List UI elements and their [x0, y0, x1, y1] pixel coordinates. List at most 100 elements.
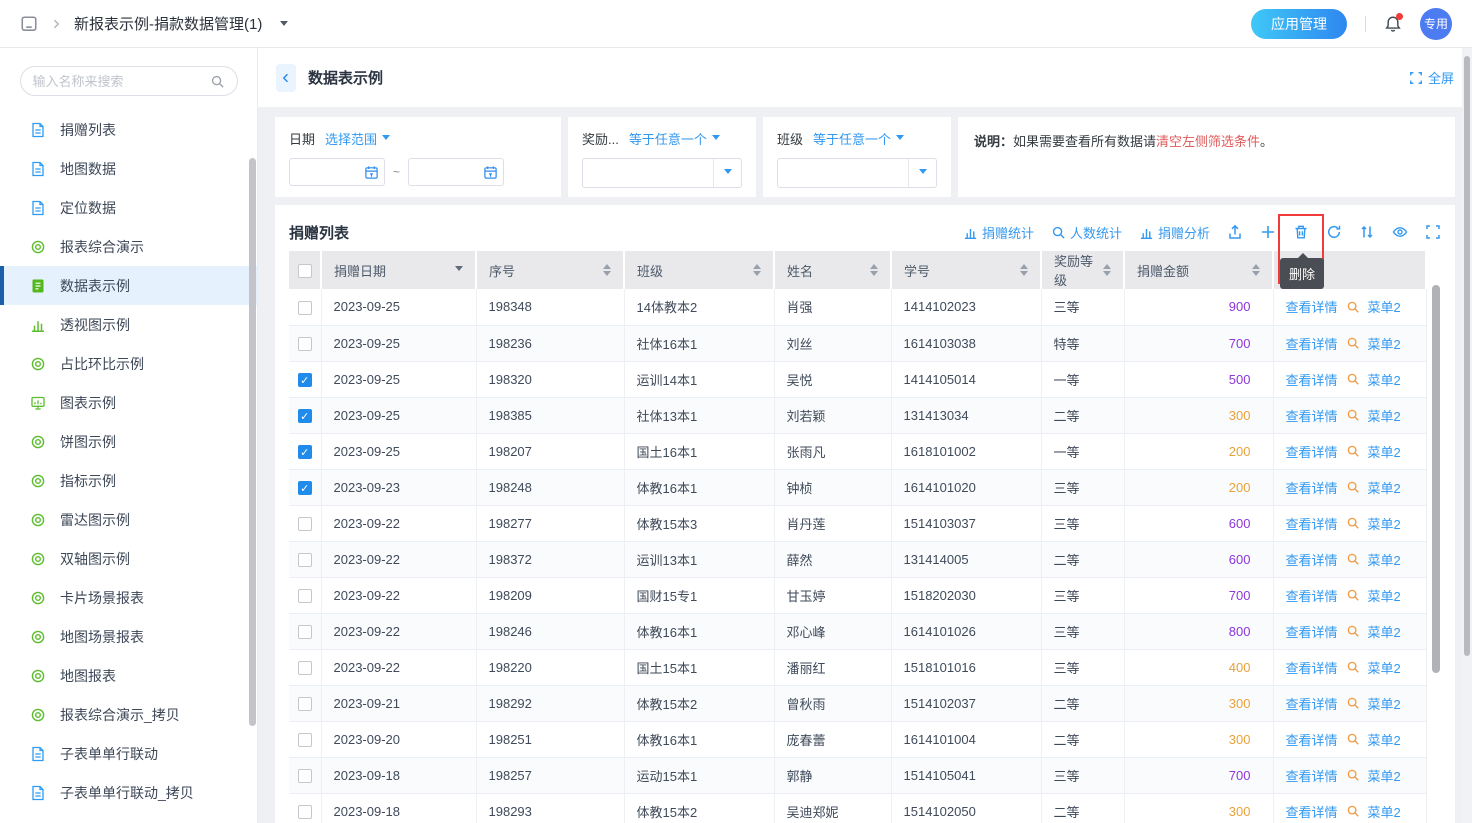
view-detail-link[interactable]: 查看详情 [1286, 694, 1338, 713]
magnifier-icon[interactable] [1346, 624, 1360, 638]
sidebar-item[interactable]: 地图场景报表 [0, 617, 257, 656]
sidebar-scrollbar[interactable] [249, 158, 256, 726]
row-checkbox[interactable] [298, 337, 312, 351]
menu2-link[interactable]: 菜单2 [1368, 406, 1401, 425]
magnifier-icon[interactable] [1346, 768, 1360, 782]
column-header[interactable]: 捐赠金额 [1124, 251, 1273, 289]
view-detail-link[interactable]: 查看详情 [1286, 442, 1338, 461]
sidebar-item[interactable]: 报表综合演示_拷贝 [0, 695, 257, 734]
magnifier-icon[interactable] [1346, 408, 1360, 422]
column-header[interactable]: 奖励等级 [1041, 251, 1124, 289]
menu2-link[interactable]: 菜单2 [1368, 442, 1401, 461]
reward-select[interactable] [582, 158, 742, 188]
sidebar-item[interactable]: 报表综合演示 [0, 227, 257, 266]
sort-arrows-icon[interactable] [870, 260, 878, 280]
view-detail-link[interactable]: 查看详情 [1286, 406, 1338, 425]
delete-icon[interactable]: 删除 [1293, 224, 1309, 240]
row-checkbox[interactable] [298, 805, 312, 819]
row-checkbox[interactable] [298, 301, 312, 315]
column-header[interactable]: 捐赠日期 [321, 251, 476, 289]
row-checkbox[interactable] [298, 769, 312, 783]
class-select[interactable] [777, 158, 937, 188]
notification-bell-icon[interactable] [1384, 15, 1402, 33]
magnifier-icon[interactable] [1346, 480, 1360, 494]
magnifier-icon[interactable] [1346, 588, 1360, 602]
view-detail-link[interactable]: 查看详情 [1286, 730, 1338, 749]
menu2-link[interactable]: 菜单2 [1368, 802, 1401, 821]
sidebar-item[interactable]: 定位数据 [0, 188, 257, 227]
row-checkbox[interactable] [298, 661, 312, 675]
sidebar-item[interactable]: 饼图示例 [0, 422, 257, 461]
view-detail-link[interactable]: 查看详情 [1286, 370, 1338, 389]
people-stats-link[interactable]: 人数统计 [1051, 223, 1122, 242]
column-filter-caret-icon[interactable] [455, 266, 463, 275]
row-checkbox[interactable]: ✓ [298, 445, 312, 459]
sidebar-item[interactable]: 透视图示例 [0, 305, 257, 344]
view-detail-link[interactable]: 查看详情 [1286, 514, 1338, 533]
donation-analysis-link[interactable]: 捐赠分析 [1139, 223, 1210, 242]
magnifier-icon[interactable] [1346, 660, 1360, 674]
view-detail-link[interactable]: 查看详情 [1286, 586, 1338, 605]
row-checkbox[interactable] [298, 733, 312, 747]
reward-operator-dropdown[interactable]: 等于任意一个 [629, 129, 720, 148]
window-icon[interactable] [20, 15, 38, 33]
class-operator-dropdown[interactable]: 等于任意一个 [813, 129, 904, 148]
sidebar-item[interactable]: 数据表示例 [0, 266, 257, 305]
menu2-link[interactable]: 菜单2 [1368, 766, 1401, 785]
row-checkbox[interactable] [298, 589, 312, 603]
view-detail-link[interactable]: 查看详情 [1286, 658, 1338, 677]
search-input[interactable] [33, 74, 210, 89]
view-detail-link[interactable]: 查看详情 [1286, 334, 1338, 353]
menu2-link[interactable]: 菜单2 [1368, 334, 1401, 353]
view-detail-link[interactable]: 查看详情 [1286, 622, 1338, 641]
search-icon[interactable] [210, 74, 225, 89]
sidebar-item[interactable]: 双轴图示例 [0, 539, 257, 578]
row-checkbox[interactable] [298, 625, 312, 639]
sort-arrows-icon[interactable] [1020, 260, 1028, 280]
clear-filters-link[interactable]: 清空左侧筛选条件 [1156, 134, 1260, 149]
row-checkbox[interactable]: ✓ [298, 409, 312, 423]
column-header[interactable]: 序号 [476, 251, 624, 289]
date-end-input[interactable] [409, 165, 483, 179]
menu2-link[interactable]: 菜单2 [1368, 514, 1401, 533]
menu2-link[interactable]: 菜单2 [1368, 550, 1401, 569]
magnifier-icon[interactable] [1346, 444, 1360, 458]
magnifier-icon[interactable] [1346, 552, 1360, 566]
menu2-link[interactable]: 菜单2 [1368, 370, 1401, 389]
magnifier-icon[interactable] [1346, 336, 1360, 350]
back-button[interactable] [276, 64, 296, 92]
column-header[interactable]: 班级 [624, 251, 774, 289]
app-manage-button[interactable]: 应用管理 [1251, 9, 1347, 39]
sidebar-item[interactable]: 子表单单行联动 [0, 734, 257, 773]
magnifier-icon[interactable] [1346, 516, 1360, 530]
calendar-icon[interactable] [364, 165, 379, 180]
fullscreen-button[interactable]: 全屏 [1409, 68, 1454, 87]
menu2-link[interactable]: 菜单2 [1368, 622, 1401, 641]
sort-arrows-icon[interactable] [1103, 260, 1111, 280]
sort-arrows-icon[interactable] [603, 260, 611, 280]
row-checkbox[interactable]: ✓ [298, 373, 312, 387]
sidebar-item[interactable]: 指标示例 [0, 461, 257, 500]
sort-arrows-icon[interactable] [753, 260, 761, 280]
view-detail-link[interactable]: 查看详情 [1286, 478, 1338, 497]
view-detail-link[interactable]: 查看详情 [1286, 550, 1338, 569]
magnifier-icon[interactable] [1346, 732, 1360, 746]
view-detail-link[interactable]: 查看详情 [1286, 802, 1338, 821]
menu2-link[interactable]: 菜单2 [1368, 478, 1401, 497]
view-detail-link[interactable]: 查看详情 [1286, 297, 1338, 316]
menu2-link[interactable]: 菜单2 [1368, 694, 1401, 713]
menu2-link[interactable]: 菜单2 [1368, 586, 1401, 605]
sidebar-item[interactable]: 卡片场景报表 [0, 578, 257, 617]
select-caret-zone[interactable] [713, 159, 741, 187]
sort-icon[interactable] [1359, 224, 1375, 240]
avatar[interactable]: 专用 [1420, 8, 1452, 40]
export-icon[interactable] [1227, 224, 1243, 240]
magnifier-icon[interactable] [1346, 804, 1360, 818]
date-start-input[interactable] [290, 165, 364, 179]
sidebar-item[interactable]: 图表示例 [0, 383, 257, 422]
row-checkbox[interactable] [298, 697, 312, 711]
calendar-icon[interactable] [483, 165, 498, 180]
sidebar-item[interactable]: 捐赠列表 [0, 110, 257, 149]
select-all-checkbox[interactable] [298, 264, 312, 278]
magnifier-icon[interactable] [1346, 372, 1360, 386]
